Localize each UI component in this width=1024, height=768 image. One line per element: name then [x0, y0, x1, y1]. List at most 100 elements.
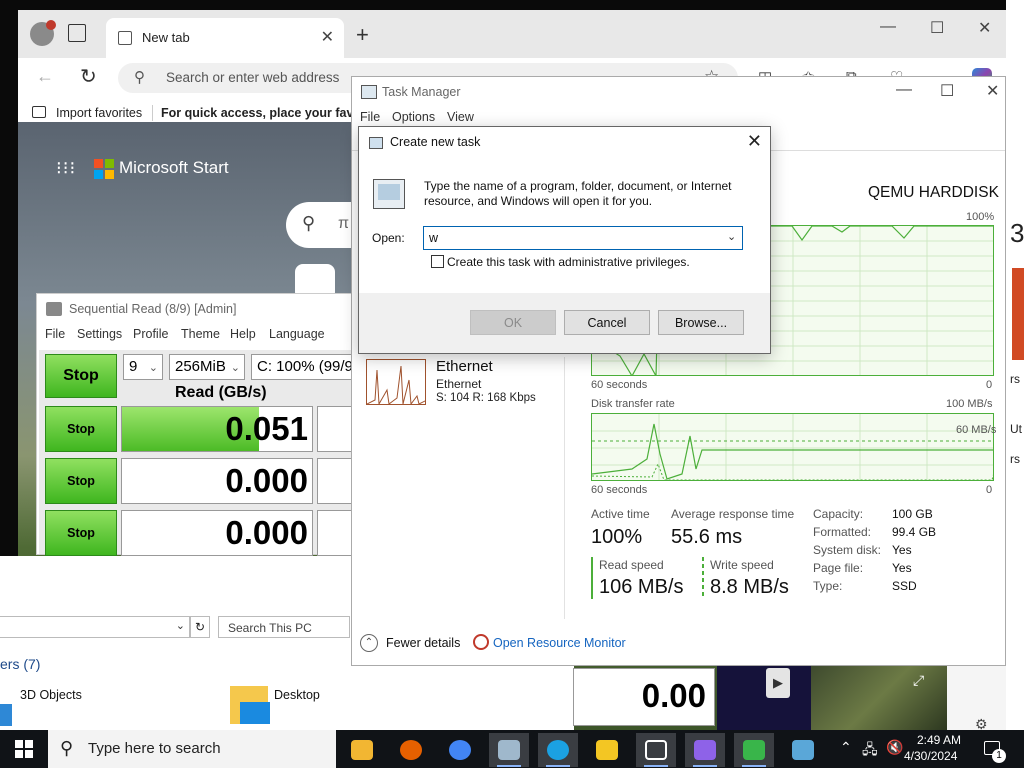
search-icon: ⚲ — [60, 738, 74, 758]
tab-actions-icon[interactable] — [68, 24, 86, 42]
taskbar-search-box[interactable]: ⚲ Type here to search — [48, 730, 336, 768]
web-search-icon: ⚲ — [302, 213, 316, 233]
menu-file[interactable]: File — [45, 327, 65, 341]
web-search-text: π — [338, 215, 350, 232]
taskbar-app[interactable] — [538, 733, 578, 767]
taskbar-app[interactable] — [734, 733, 774, 767]
taskbar-app[interactable] — [636, 733, 676, 767]
open-resource-monitor-link[interactable]: Open Resource Monitor — [493, 636, 626, 650]
open-label: Open: — [372, 231, 405, 245]
taskbar-app[interactable] — [685, 733, 725, 767]
refresh-button[interactable]: ↻ — [190, 616, 210, 638]
benchmark-value-cell: 0.00 — [573, 668, 715, 726]
menu-help[interactable]: Help — [230, 327, 256, 341]
menu-theme[interactable]: Theme — [181, 327, 220, 341]
background-accent — [1012, 268, 1024, 360]
windows-start-icon[interactable] — [15, 740, 33, 758]
ethernet-title: Ethernet — [436, 358, 493, 375]
minimize-icon[interactable]: — — [896, 81, 912, 99]
microsoft-start-brand[interactable]: Microsoft Start — [119, 158, 229, 178]
section-header[interactable]: ers (7) — [0, 656, 40, 672]
menu-language[interactable]: Language — [269, 327, 325, 341]
taskbar-app[interactable] — [440, 733, 480, 767]
chevron-down-icon[interactable]: ⌄ — [176, 619, 185, 632]
search-box[interactable]: Search This PC — [218, 616, 350, 638]
chrome-icon — [449, 740, 471, 760]
size-value: 256MiB — [175, 358, 226, 375]
result-cell: 0.000 — [121, 510, 313, 556]
maximize-icon[interactable]: ☐ — [930, 18, 944, 38]
drive-select[interactable]: C: 100% (99/99GiB) — [251, 354, 357, 380]
clock-time[interactable]: 2:49 AM — [914, 733, 964, 747]
back-icon[interactable]: ← — [36, 66, 54, 87]
search-icon: ⚲ — [134, 69, 145, 86]
chevron-down-icon[interactable]: ⌄ — [727, 230, 736, 243]
graph-max-label: 100% — [966, 211, 995, 223]
taskbar-app[interactable] — [342, 733, 382, 767]
write-speed-label: Write speed — [710, 558, 774, 572]
minimize-icon[interactable]: — — [880, 18, 896, 36]
test-2-stop-button[interactable]: Stop — [45, 458, 117, 504]
maximize-icon[interactable]: ☐ — [940, 81, 954, 101]
system-disk-label: System disk: — [813, 543, 882, 557]
disk-model: QEMU HARDDISK — [868, 184, 999, 201]
admin-privileges-label[interactable]: Create this task with administrative pri… — [447, 255, 690, 269]
browse-button[interactable]: Browse... — [658, 310, 744, 335]
close-tab-icon[interactable]: ✕ — [321, 27, 334, 47]
profile-badge-icon — [46, 20, 56, 30]
stop-all-button[interactable]: Stop — [45, 354, 117, 398]
cancel-button[interactable]: Cancel — [564, 310, 650, 335]
play-icon[interactable]: ▶ — [766, 668, 790, 698]
network-icon[interactable]: 🖧 — [862, 739, 878, 763]
taskbar-app[interactable] — [391, 733, 431, 767]
menu-options[interactable]: Options — [392, 110, 435, 124]
search-placeholder: Search This PC — [228, 621, 312, 635]
admin-privileges-checkbox[interactable] — [431, 255, 444, 268]
disk-benchmark-window: Sequential Read (8/9) [Admin] File Setti… — [36, 293, 357, 556]
app-launcher-icon[interactable]: ⁝⁝⁝ — [56, 158, 76, 179]
menu-profile[interactable]: Profile — [133, 327, 168, 341]
test-1-stop-button[interactable]: Stop — [45, 406, 117, 452]
refresh-icon[interactable]: ↻ — [80, 64, 97, 89]
count-select[interactable]: 9 ⌄ — [123, 354, 163, 380]
volume-muted-icon[interactable]: 🔇 — [886, 739, 903, 756]
benchmark-panel: Stop 9⌄ 256MiB⌄ C: 100% (99/99GiB) Read … — [39, 350, 357, 556]
new-tab-button[interactable]: + — [356, 22, 369, 48]
run-program-icon — [373, 179, 405, 209]
test-3-stop-button[interactable]: Stop — [45, 510, 117, 556]
menu-settings[interactable]: Settings — [77, 327, 122, 341]
taskbar-app[interactable] — [489, 733, 529, 767]
close-window-icon[interactable]: ✕ — [978, 18, 991, 38]
size-select[interactable]: 256MiB ⌄ — [169, 354, 245, 380]
close-window-icon[interactable]: ✕ — [986, 81, 999, 101]
chevron-up-icon[interactable]: ⌃ — [840, 739, 852, 756]
folder-desktop[interactable]: Desktop — [274, 688, 320, 702]
formatted-value: 99.4 GB — [892, 525, 937, 539]
address-dropdown[interactable]: ⌄ — [0, 616, 190, 638]
resource-monitor-icon[interactable] — [473, 634, 489, 650]
expand-icon[interactable]: ⤢ — [913, 672, 924, 689]
capacity-label: Capacity: — [813, 507, 864, 521]
folder-3d-objects[interactable]: 3D Objects — [20, 688, 82, 702]
taskbar-app[interactable] — [587, 733, 627, 767]
chevron-up-icon[interactable]: ⌃ — [360, 634, 378, 652]
copilot-icon — [694, 740, 716, 760]
disk-mark-icon — [743, 740, 765, 760]
app-icon — [46, 302, 62, 316]
fewer-details-button[interactable]: Fewer details — [386, 636, 460, 650]
result-value: 0.051 — [225, 410, 308, 447]
taskbar-app[interactable] — [783, 733, 823, 767]
address-placeholder: Search or enter web address — [166, 70, 340, 85]
dialog-footer: OK Cancel Browse... — [359, 293, 770, 353]
menu-file[interactable]: File — [360, 110, 380, 124]
create-new-task-dialog: Create new task ✕ Type the name of a pro… — [358, 126, 771, 354]
clock-date[interactable]: 4/30/2024 — [904, 749, 957, 763]
import-favorites-link[interactable]: Import favorites — [56, 106, 142, 120]
tab-new-tab[interactable]: New tab ✕ — [106, 18, 344, 58]
open-input[interactable] — [423, 226, 743, 250]
ok-button[interactable]: OK — [470, 310, 556, 335]
close-icon[interactable]: ✕ — [747, 131, 762, 152]
right-background-strip — [1006, 0, 1024, 730]
drive-value: C: 100% (99/99GiB) — [257, 358, 356, 375]
menu-view[interactable]: View — [447, 110, 474, 124]
